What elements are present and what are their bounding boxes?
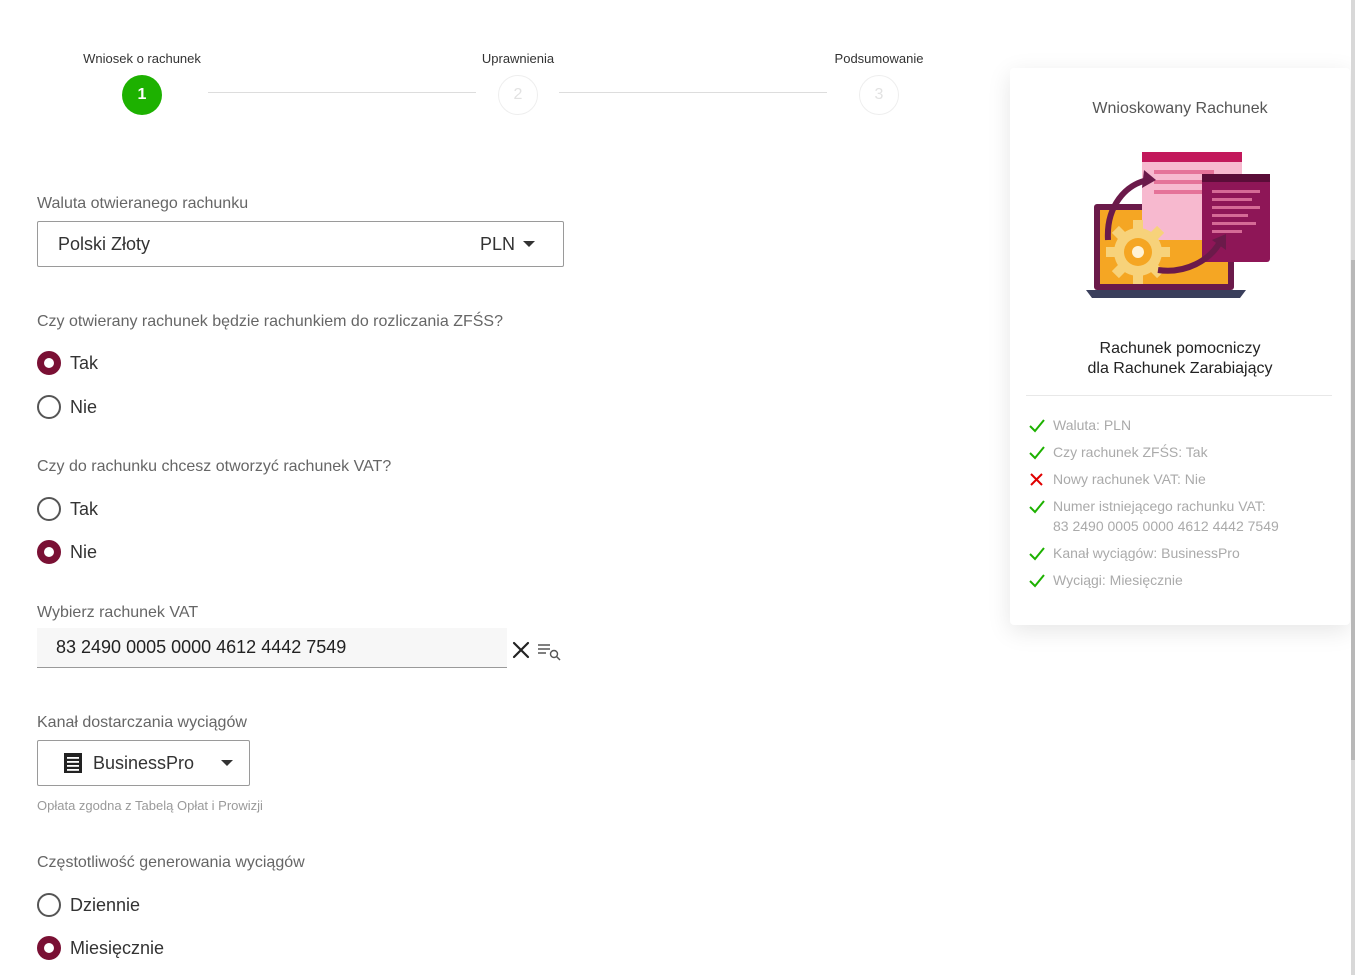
check-icon: [1029, 500, 1045, 514]
summary-item-text: Wyciągi: Miesięcznie: [1053, 572, 1183, 588]
chevron-down-icon: [221, 760, 233, 766]
step-label-2: Uprawnienia: [481, 51, 555, 66]
check-icon: [1029, 574, 1045, 588]
check-icon: [1029, 547, 1045, 561]
scrollbar-thumb[interactable]: [1351, 260, 1355, 760]
step-circle-2[interactable]: 2: [498, 75, 538, 115]
step-label-1: Wniosek o rachunek: [83, 51, 201, 66]
vat-option-tak[interactable]: Tak: [37, 497, 98, 521]
frequency-option-miesiecznie[interactable]: Miesięcznie: [37, 936, 164, 960]
step-label-3: Podsumowanie: [834, 51, 924, 66]
frequency-option-dziennie[interactable]: Dziennie: [37, 893, 140, 917]
clear-icon[interactable]: [512, 641, 530, 659]
fee-hint: Opłata zgodna z Tabelą Opłat i Prowizji: [37, 798, 263, 813]
summary-subtitle-line1: Rachunek pomocniczy: [1099, 340, 1261, 357]
zfss-question: Czy otwierany rachunek będzie rachunkiem…: [37, 313, 503, 330]
frequency-label: Częstotliwość generowania wyciągów: [37, 854, 305, 871]
radio-checked-icon: [37, 351, 61, 375]
summary-item: Czy rachunek ZFŚS: Tak: [1028, 442, 1338, 462]
radio-unchecked-icon: [37, 893, 61, 917]
progress-stepper: Wniosek o rachunek Uprawnienia Podsumowa…: [0, 0, 1000, 130]
chevron-down-icon: [523, 241, 535, 247]
channel-label: Kanał dostarczania wyciągów: [37, 714, 247, 731]
zfss-option-tak[interactable]: Tak: [37, 351, 98, 375]
currency-code: PLN: [479, 233, 515, 254]
summary-item-line1: Numer istniejącego rachunku VAT:: [1053, 498, 1266, 514]
step-circle-1[interactable]: 1: [122, 75, 162, 115]
step-circle-3[interactable]: 3: [859, 75, 899, 115]
summary-item-text: Kanał wyciągów: BusinessPro: [1053, 545, 1240, 561]
radio-label: Tak: [70, 498, 99, 519]
currency-code-group: PLN: [480, 234, 535, 255]
step-connector: [559, 92, 827, 93]
radio-label: Dziennie: [70, 894, 141, 915]
radio-unchecked-icon: [37, 497, 61, 521]
summary-item: Waluta: PLN: [1028, 415, 1338, 435]
channel-select[interactable]: BusinessPro: [37, 740, 250, 786]
summary-item-line2: 83 2490 0005 0000 4612 4442 7549: [1053, 518, 1279, 534]
summary-title: Wnioskowany Rachunek: [1092, 100, 1268, 117]
vat-account-value: 83 2490 0005 0000 4612 4442 7549: [56, 637, 347, 657]
list-search-icon[interactable]: [537, 641, 563, 661]
vat-account-label: Wybierz rachunek VAT: [37, 604, 199, 621]
cross-icon: [1030, 473, 1043, 486]
radio-label: Nie: [70, 541, 98, 562]
channel-value-group: BusinessPro: [62, 752, 194, 774]
zfss-option-nie[interactable]: Nie: [37, 395, 97, 419]
summary-subtitle: Rachunek pomocniczy dla Rachunek Zarabia…: [1010, 339, 1350, 379]
radio-checked-icon: [37, 936, 61, 960]
summary-item: Kanał wyciągów: BusinessPro: [1028, 543, 1338, 563]
radio-label: Tak: [70, 352, 99, 373]
check-icon: [1029, 419, 1045, 433]
radio-checked-icon: [37, 540, 61, 564]
currency-name: Polski Złoty: [58, 233, 151, 254]
summary-item-text: Waluta: PLN: [1053, 417, 1132, 433]
check-icon: [1029, 446, 1045, 460]
divider: [1026, 395, 1332, 396]
account-illustration: [1086, 152, 1270, 298]
currency-select[interactable]: Polski Złoty PLN: [37, 221, 564, 267]
summary-item: Numer istniejącego rachunku VAT: 83 2490…: [1028, 496, 1338, 536]
vat-account-input[interactable]: 83 2490 0005 0000 4612 4442 7549: [37, 628, 507, 668]
radio-label: Nie: [70, 396, 98, 417]
radio-label: Miesięcznie: [70, 937, 165, 958]
vat-option-nie[interactable]: Nie: [37, 540, 97, 564]
statement-icon: [64, 753, 82, 773]
summary-item: Nowy rachunek VAT: Nie: [1028, 469, 1338, 489]
summary-subtitle-line2: dla Rachunek Zarabiający: [1087, 360, 1273, 377]
radio-unchecked-icon: [37, 395, 61, 419]
summary-item-text: Czy rachunek ZFŚS: Tak: [1053, 444, 1208, 460]
summary-card: Wnioskowany Rachunek Rachunek pomocniczy…: [1010, 68, 1350, 625]
step-connector: [208, 92, 476, 93]
summary-list: Waluta: PLN Czy rachunek ZFŚS: Tak Nowy …: [1028, 415, 1338, 597]
summary-item-text: Numer istniejącego rachunku VAT: 83 2490…: [1053, 496, 1279, 536]
summary-item-text: Nowy rachunek VAT: Nie: [1053, 471, 1206, 487]
currency-label: Waluta otwieranego rachunku: [37, 195, 249, 212]
vat-question: Czy do rachunku chcesz otworzyć rachunek…: [37, 458, 392, 475]
channel-value: BusinessPro: [93, 752, 195, 773]
summary-item: Wyciągi: Miesięcznie: [1028, 570, 1338, 590]
